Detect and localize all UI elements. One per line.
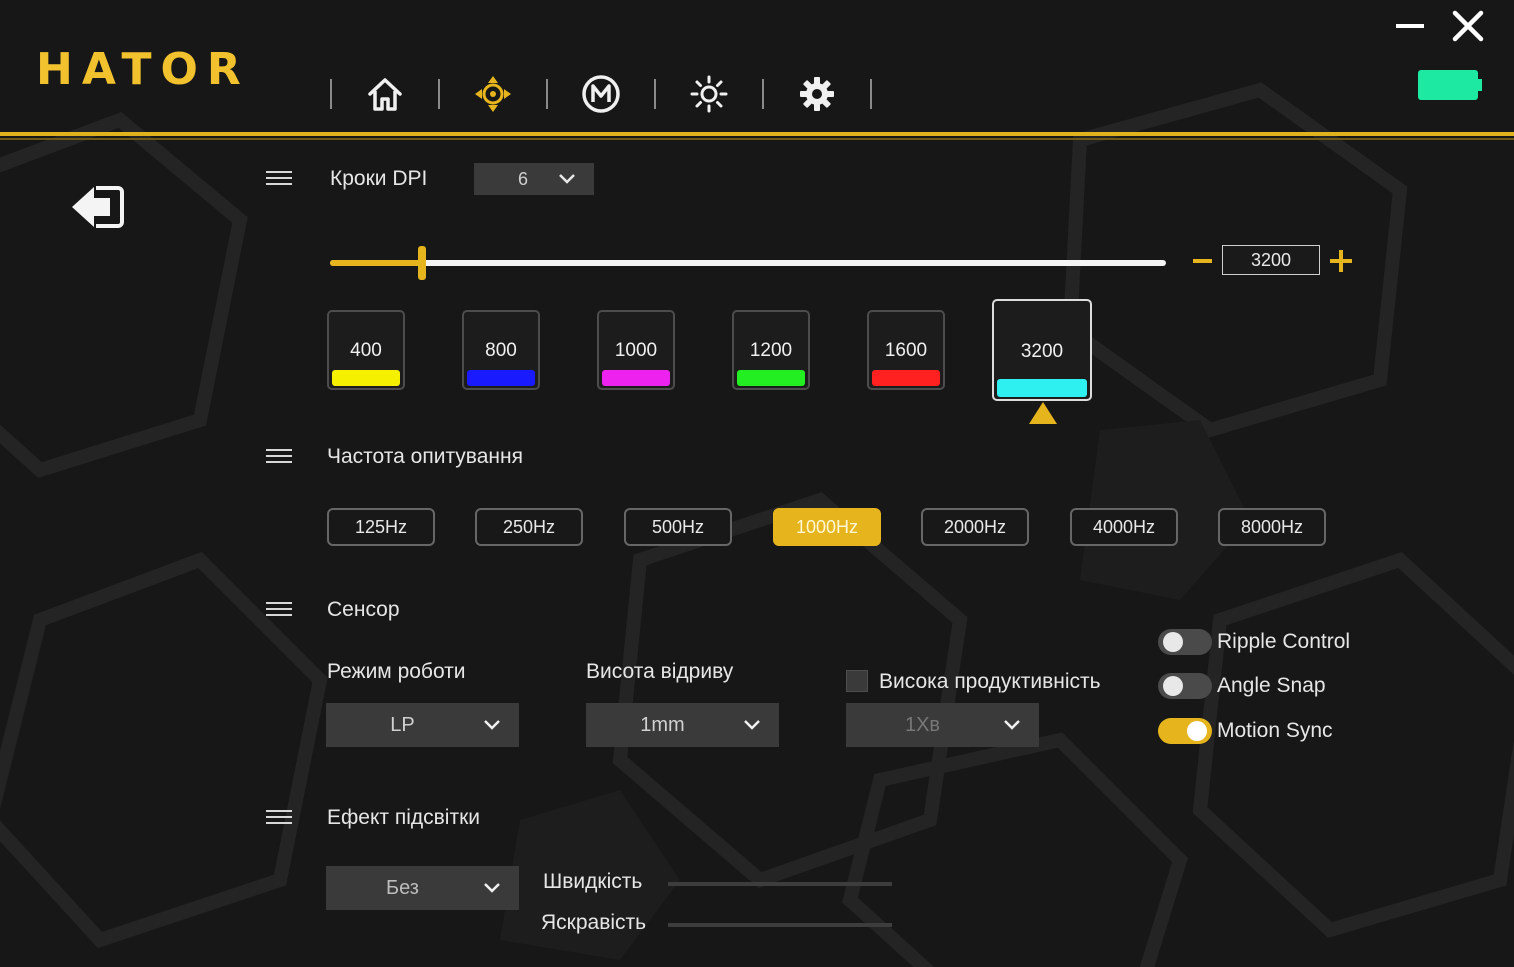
sensor-section-list-icon bbox=[266, 602, 292, 620]
polling-125hz-button[interactable]: 125Hz bbox=[327, 508, 435, 546]
battery-icon bbox=[1418, 70, 1478, 100]
lift-off-label: Висота відриву bbox=[586, 660, 734, 683]
chevron-down-icon bbox=[559, 174, 575, 184]
battery-tip bbox=[1478, 79, 1482, 91]
nav-macro-button[interactable] bbox=[548, 72, 654, 116]
macro-m-icon bbox=[582, 75, 620, 113]
nav-performance-button[interactable] bbox=[440, 72, 546, 116]
dpi-section-title: Кроки DPI bbox=[330, 167, 428, 190]
nav-divider bbox=[870, 79, 872, 109]
nav-settings-button[interactable] bbox=[764, 72, 870, 116]
dpi-section-list-icon bbox=[266, 171, 292, 189]
dpi-step-6[interactable]: 3200 bbox=[992, 299, 1092, 401]
polling-500hz-button[interactable]: 500Hz bbox=[624, 508, 732, 546]
lighting-sun-icon bbox=[690, 75, 728, 113]
gear-icon bbox=[800, 77, 834, 111]
dpi-slider[interactable] bbox=[330, 246, 1166, 280]
dpi-step-value: 800 bbox=[485, 340, 517, 361]
header-divider bbox=[0, 132, 1514, 136]
dpi-step-value: 1600 bbox=[884, 340, 928, 361]
angle-snap-label: Angle Snap bbox=[1217, 674, 1326, 697]
dpi-step-value: 1200 bbox=[749, 340, 793, 361]
brand-logo: HATOR bbox=[36, 44, 250, 95]
polling-2000hz-button[interactable]: 2000Hz bbox=[921, 508, 1029, 546]
speed-label: Швидкість bbox=[543, 870, 643, 893]
dpi-decrease-button[interactable] bbox=[1190, 246, 1216, 276]
dpi-step-color bbox=[737, 370, 805, 386]
dpi-step-1[interactable]: 400 bbox=[327, 310, 405, 390]
brightness-label: Яскравість bbox=[541, 911, 647, 934]
chevron-down-icon bbox=[484, 720, 500, 730]
brightness-slider[interactable] bbox=[668, 923, 892, 927]
close-button[interactable] bbox=[1450, 8, 1486, 44]
lift-off-dropdown[interactable]: 1mm bbox=[586, 703, 779, 747]
motion-sync-label: Motion Sync bbox=[1217, 719, 1333, 742]
home-icon bbox=[368, 78, 402, 111]
battery-indicator bbox=[1418, 70, 1482, 100]
sensor-section-title: Сенсор bbox=[327, 598, 400, 621]
ripple-control-toggle[interactable] bbox=[1158, 629, 1212, 655]
high-performance-label: Висока продуктивність bbox=[879, 670, 1101, 693]
active-step-pointer bbox=[1029, 402, 1057, 424]
angle-snap-toggle[interactable] bbox=[1158, 673, 1212, 699]
ripple-control-label: Ripple Control bbox=[1217, 630, 1351, 653]
lighting-section-list-icon bbox=[266, 810, 292, 828]
dpi-steps-value: 6 bbox=[517, 168, 528, 189]
polling-8000hz-button[interactable]: 8000Hz bbox=[1218, 508, 1326, 546]
work-mode-label: Режим роботи bbox=[327, 660, 466, 683]
dpi-step-color bbox=[997, 379, 1087, 397]
polling-1000hz-button[interactable]: 1000Hz bbox=[773, 508, 881, 546]
crosshair-move-icon bbox=[475, 76, 511, 112]
nav-home-button[interactable] bbox=[332, 72, 438, 116]
dpi-step-color bbox=[332, 370, 400, 386]
polling-4000hz-button[interactable]: 4000Hz bbox=[1070, 508, 1178, 546]
chevron-down-icon bbox=[1004, 720, 1020, 730]
close-icon bbox=[1452, 10, 1484, 42]
high-performance-dropdown[interactable]: 1Хв bbox=[846, 703, 1039, 747]
background-pattern bbox=[0, 82, 1514, 967]
nav-lighting-button[interactable] bbox=[656, 72, 762, 116]
toggle-knob bbox=[1187, 721, 1207, 741]
dpi-steps-dropdown[interactable]: 6 bbox=[474, 163, 594, 195]
back-button[interactable] bbox=[70, 182, 126, 232]
dpi-step-4[interactable]: 1200 bbox=[732, 310, 810, 390]
dpi-step-color bbox=[872, 370, 940, 386]
minimize-button[interactable] bbox=[1394, 14, 1424, 38]
header: HATOR bbox=[0, 0, 1514, 140]
exit-arrow-icon bbox=[72, 186, 124, 228]
toggle-knob bbox=[1163, 632, 1183, 652]
motion-sync-toggle[interactable] bbox=[1158, 718, 1212, 744]
dpi-step-color bbox=[602, 370, 670, 386]
chevron-down-icon bbox=[484, 883, 500, 893]
work-mode-dropdown[interactable]: LP bbox=[326, 703, 519, 747]
header-divider-shadow bbox=[0, 138, 1514, 140]
dpi-step-color bbox=[467, 370, 535, 386]
dpi-step-5[interactable]: 1600 bbox=[867, 310, 945, 390]
dpi-step-value: 400 bbox=[350, 340, 382, 361]
top-nav bbox=[330, 72, 872, 116]
high-performance-checkbox[interactable] bbox=[846, 670, 868, 692]
polling-section-list-icon bbox=[266, 449, 292, 467]
dpi-step-value: 1000 bbox=[614, 340, 658, 361]
toggle-knob bbox=[1163, 676, 1183, 696]
lighting-effect-dropdown[interactable]: Без bbox=[326, 866, 519, 910]
dpi-step-value: 3200 bbox=[1020, 341, 1064, 362]
dpi-slider-thumb[interactable] bbox=[417, 246, 426, 280]
dpi-slider-fill bbox=[330, 260, 422, 266]
dpi-increase-button[interactable] bbox=[1328, 246, 1354, 276]
polling-section-title: Частота опитування bbox=[327, 445, 523, 468]
dpi-slider-track bbox=[330, 260, 1166, 266]
speed-slider[interactable] bbox=[668, 882, 892, 886]
lighting-section-title: Ефект підсвітки bbox=[327, 806, 480, 829]
dpi-value-input[interactable]: 3200 bbox=[1222, 245, 1320, 275]
chevron-down-icon bbox=[744, 720, 760, 730]
polling-250hz-button[interactable]: 250Hz bbox=[475, 508, 583, 546]
dpi-step-2[interactable]: 800 bbox=[462, 310, 540, 390]
dpi-step-3[interactable]: 1000 bbox=[597, 310, 675, 390]
